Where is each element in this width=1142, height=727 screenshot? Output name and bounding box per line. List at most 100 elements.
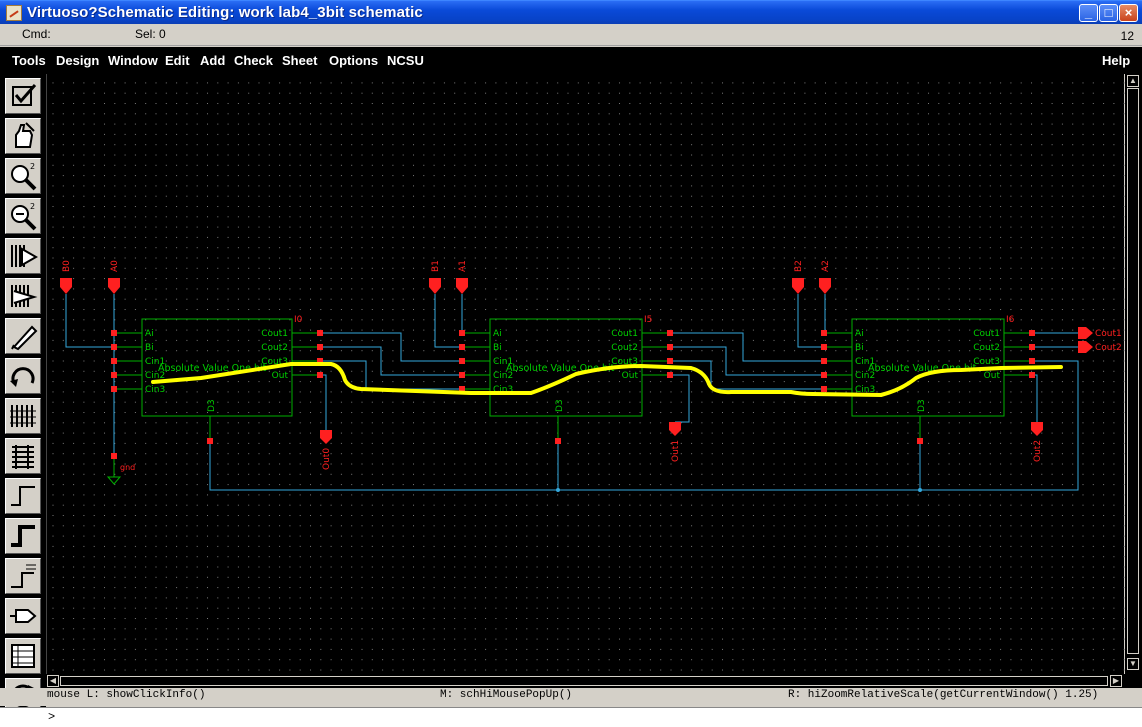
input-pin-label: Ai — [855, 329, 864, 339]
input-pin-name: B2 — [794, 260, 804, 272]
bus-button[interactable] — [5, 438, 41, 474]
wire-narrow-button[interactable] — [5, 478, 41, 514]
output-pin-label: Cout2 — [611, 343, 638, 353]
title-bar[interactable]: Virtuoso?Schematic Editing: work lab4_3b… — [0, 0, 1142, 24]
command-number: 12 — [1120, 29, 1134, 43]
schematic-canvas[interactable]: I0 Absolute Value One bit Ai Bi Cin1 Cin2 Cin3… — [46, 74, 1125, 674]
command-line: > — [0, 707, 1142, 727]
wire-wide-button[interactable] — [5, 518, 41, 554]
instance-label: I5 — [644, 315, 652, 325]
top-output-pin-cout2: Cout2 — [1078, 341, 1122, 353]
delete-icon — [11, 644, 35, 668]
selection-count: Sel: 0 — [135, 27, 166, 41]
bottom-pin-square — [207, 438, 213, 444]
output-pin-square — [1029, 358, 1035, 364]
vertical-scroll-thumb[interactable] — [1127, 88, 1139, 654]
wire-pencil-icon — [11, 325, 38, 351]
zoom-in-icon: 2 — [11, 162, 37, 191]
minimize-button[interactable]: _ — [1079, 4, 1098, 22]
ground-label: gnd — [120, 463, 135, 472]
output-pin-out1: Out1 — [669, 422, 681, 462]
output-pin-label: Cout1 — [261, 329, 288, 339]
input-pin-name: A1 — [458, 260, 468, 272]
menu-bar: Tools Design Window Edit Add Check Sheet… — [0, 47, 1142, 74]
command-status-bar: Cmd: Sel: 0 12 — [0, 24, 1142, 46]
input-pin-label: Ai — [493, 329, 502, 339]
scroll-up-arrow[interactable]: ▲ — [1127, 75, 1139, 87]
input-pin-square — [459, 330, 465, 336]
pin-button[interactable] — [5, 598, 41, 634]
schematic-drawing: I0Absolute Value One bitAiBiCin1Cin2Cin3… — [47, 74, 1125, 674]
vertical-scrollbar[interactable]: ▲ ▼ — [1125, 74, 1142, 674]
wire-narrow-icon — [11, 486, 35, 506]
menu-add[interactable]: Add — [200, 53, 225, 68]
output-pin-square — [317, 330, 323, 336]
menu-help[interactable]: Help — [1102, 53, 1130, 68]
ground-pin-square — [111, 453, 117, 459]
canvas-grid — [47, 74, 1125, 674]
bus-icon — [12, 445, 34, 469]
output-pin-square — [667, 344, 673, 350]
close-icon: × — [1124, 5, 1133, 20]
output-pin-square — [1029, 344, 1035, 350]
copy-button[interactable] — [5, 278, 41, 314]
input-pin-square — [459, 358, 465, 364]
stretch-button[interactable] — [5, 238, 41, 274]
mouse-right-binding: R: hiZoomRelativeScale(getCurrentWindow(… — [788, 689, 1099, 701]
wire-junction — [556, 488, 560, 492]
bottom-pin-label: D3 — [207, 399, 217, 412]
minimize-icon: _ — [1084, 5, 1093, 20]
bottom-pin-label: D3 — [917, 399, 927, 412]
mouse-binding-status: mouse L: showClickInfo() M: schHiMousePo… — [0, 688, 1142, 706]
mouse-middle-binding: M: schHiMousePopUp() — [440, 689, 573, 701]
menu-edit[interactable]: Edit — [165, 53, 190, 68]
output-pin-square — [667, 372, 673, 378]
menu-window[interactable]: Window — [108, 53, 158, 68]
menu-tools[interactable]: Tools — [12, 53, 46, 68]
menu-sheet[interactable]: Sheet — [282, 53, 317, 68]
check-save-icon — [12, 84, 37, 106]
check-save-button[interactable] — [5, 78, 41, 114]
horizontal-scrollbar[interactable]: ◀ ▶ — [46, 674, 1142, 688]
menu-design[interactable]: Design — [56, 53, 99, 68]
close-button[interactable]: × — [1119, 4, 1138, 22]
input-pin-label: Cin2 — [493, 371, 513, 381]
pin-icon — [10, 609, 37, 623]
output-pin-label: Cout1 — [973, 329, 1000, 339]
scroll-down-arrow[interactable]: ▼ — [1127, 658, 1139, 670]
horizontal-scroll-thumb[interactable] — [60, 676, 1108, 686]
command-input[interactable] — [60, 710, 1120, 724]
menu-options[interactable]: Options — [329, 53, 378, 68]
input-pin-square — [459, 372, 465, 378]
output-pin-label: Out — [984, 371, 1001, 381]
pencil-button[interactable] — [5, 318, 41, 354]
undo-button[interactable] — [5, 358, 41, 394]
input-pin-square — [111, 330, 117, 336]
app-icon — [6, 5, 22, 21]
zoom-out-button[interactable]: 2 — [5, 198, 41, 234]
input-pin-square — [111, 372, 117, 378]
property-button[interactable] — [5, 398, 41, 434]
zoom-out-icon: 2 — [11, 202, 37, 231]
scroll-left-arrow[interactable]: ◀ — [47, 675, 59, 687]
delete-button[interactable] — [5, 638, 41, 674]
scroll-right-arrow[interactable]: ▶ — [1110, 675, 1122, 687]
label-button[interactable] — [5, 558, 41, 594]
wire-wide-icon — [11, 525, 35, 547]
input-pin-name: B1 — [431, 260, 441, 272]
input-pin-label: Cin2 — [855, 371, 875, 381]
output-pin-square — [1029, 372, 1035, 378]
output-pin-label: Out — [622, 371, 639, 381]
top-output-pin-name: Cout2 — [1095, 343, 1122, 353]
icon-toolbar: 2 2 — [0, 74, 46, 714]
menu-check[interactable]: Check — [234, 53, 273, 68]
descend-button[interactable] — [5, 118, 41, 154]
maximize-button[interactable]: □ — [1099, 4, 1118, 22]
output-pin-square — [317, 372, 323, 378]
output-pin-out2: Out2 — [1031, 422, 1043, 462]
bottom-pin-label: D3 — [555, 399, 565, 412]
menu-ncsu[interactable]: NCSU — [387, 53, 424, 68]
zoom-in-button[interactable]: 2 — [5, 158, 41, 194]
wire-junction — [918, 488, 922, 492]
input-pin-label: Bi — [855, 343, 864, 353]
